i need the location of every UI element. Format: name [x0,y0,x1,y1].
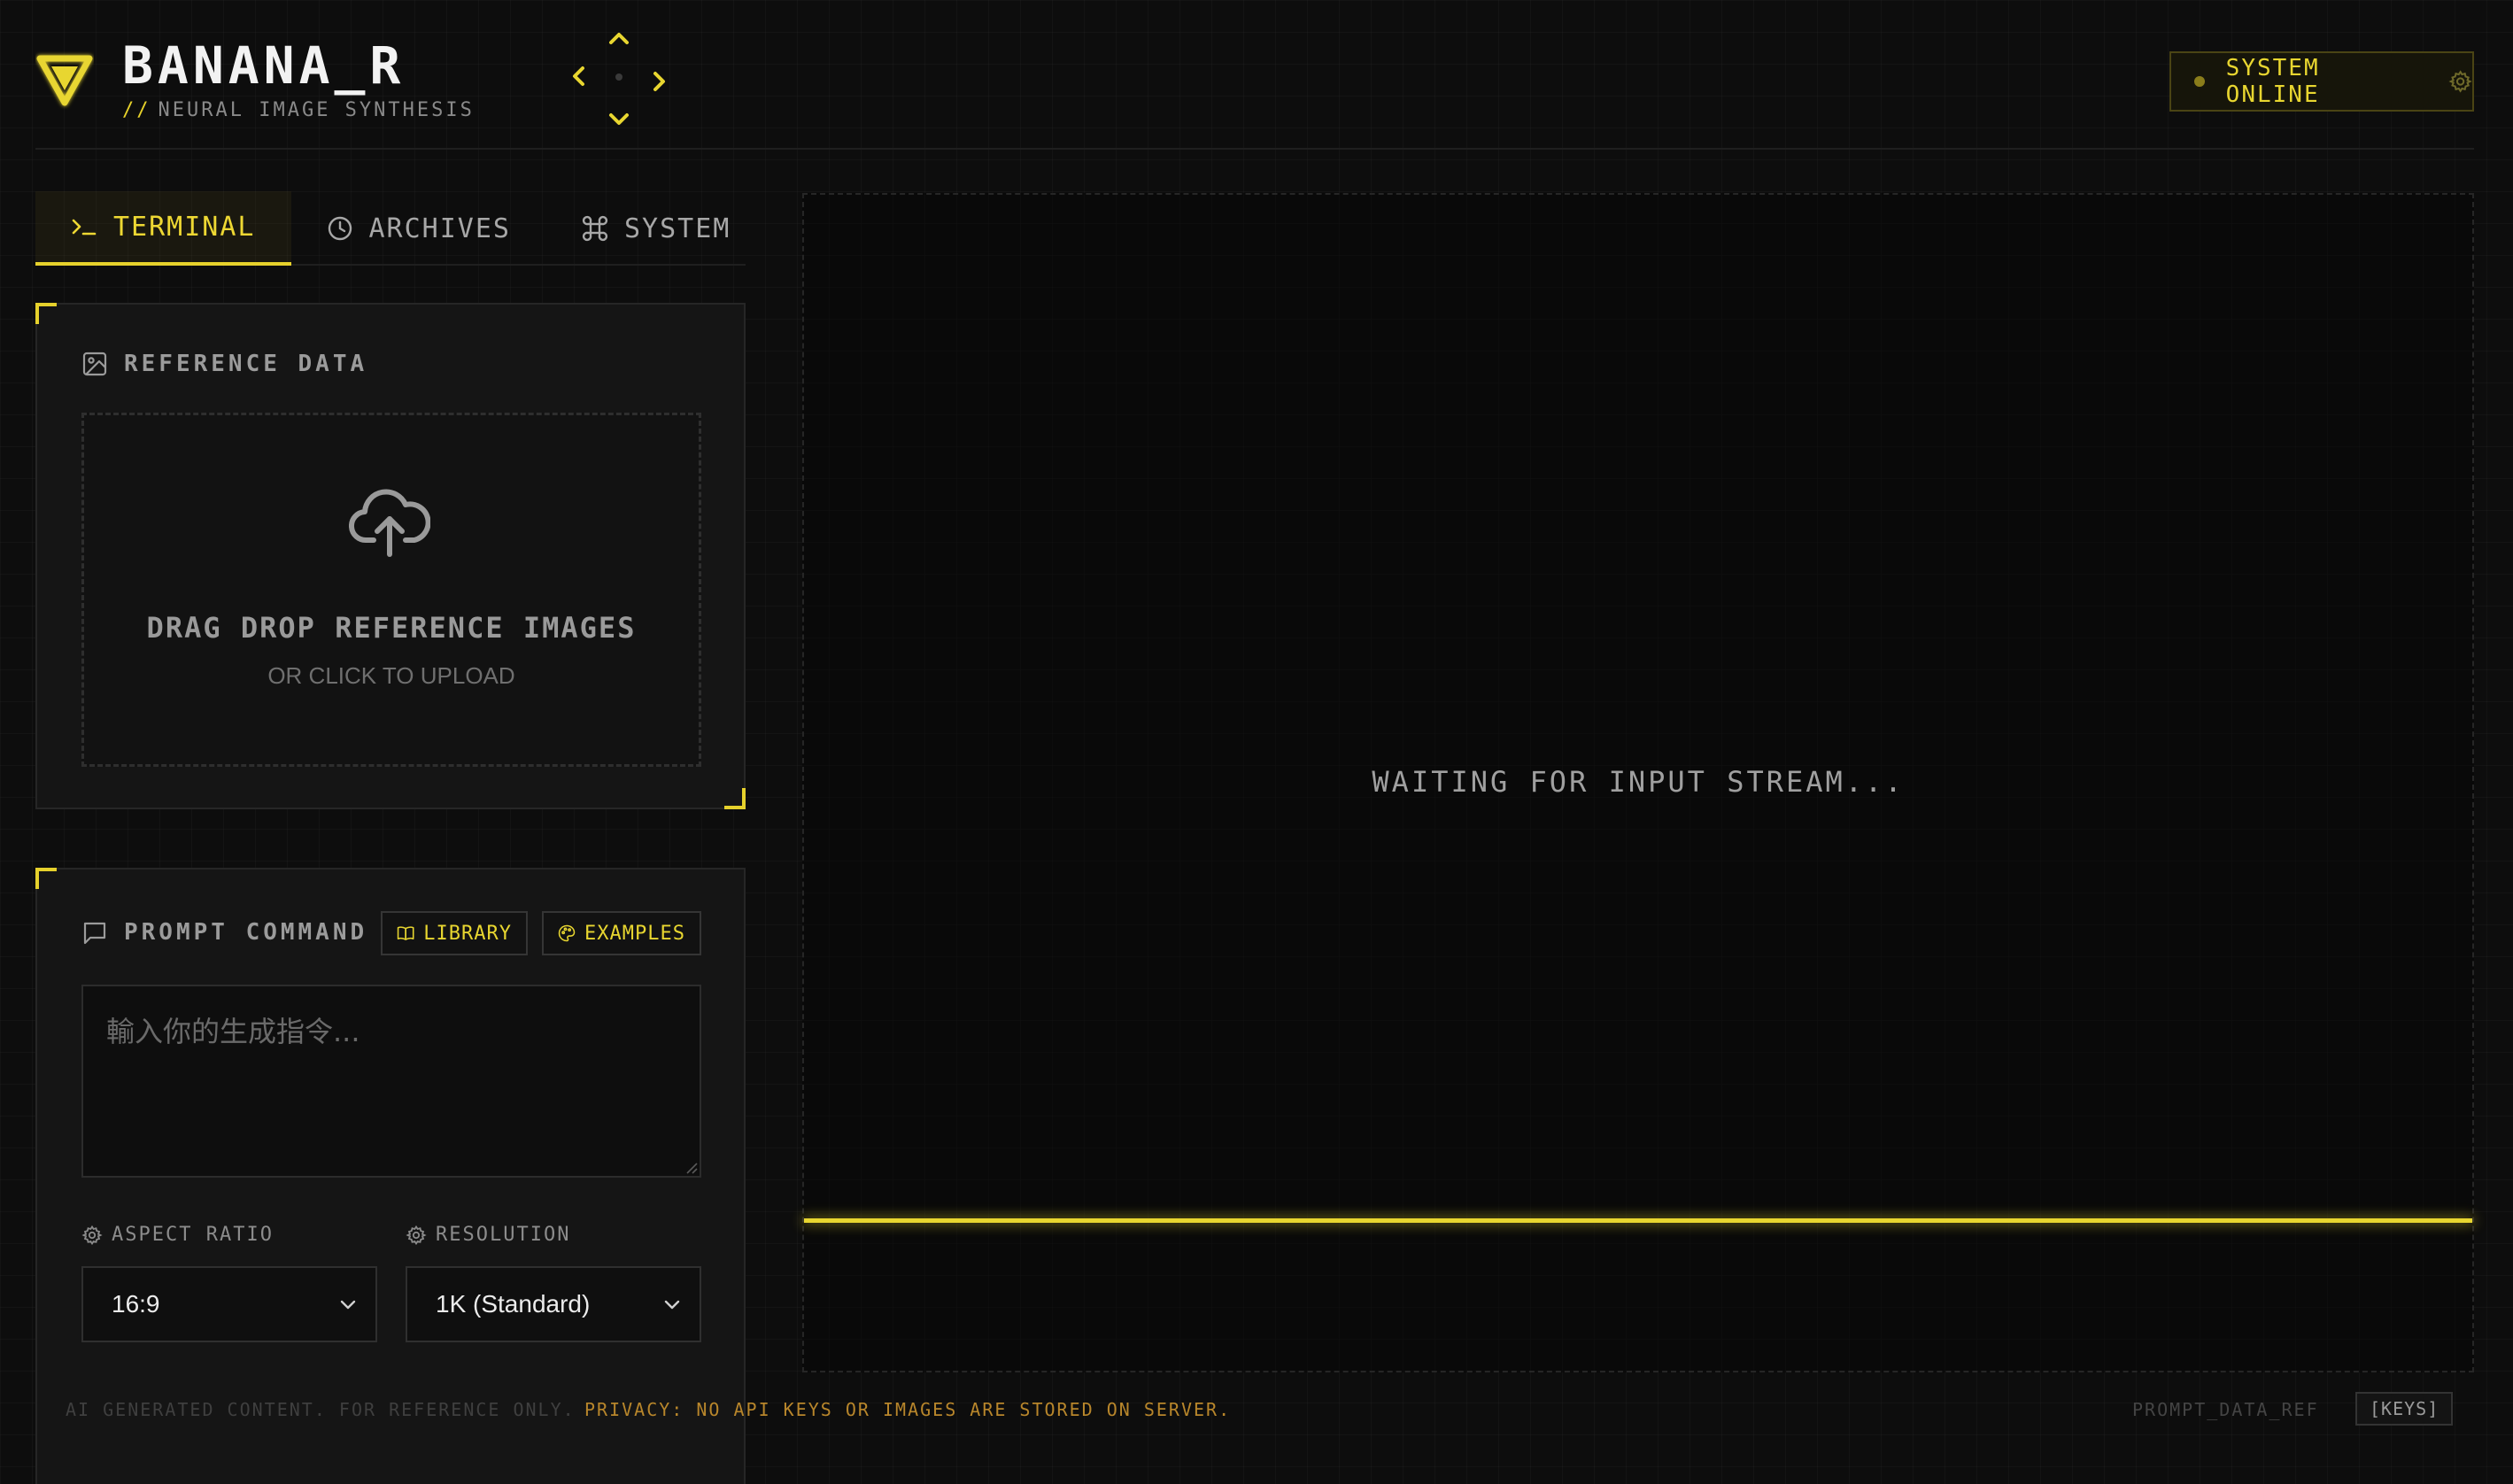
library-button[interactable]: LIBRARY [381,911,528,955]
corner-bracket [724,788,746,809]
dpad-navigation-icon[interactable] [563,23,675,135]
reference-image-dropzone[interactable] [81,413,701,767]
footer-ref-label: PROMPT_DATA_REF [2132,1399,2319,1420]
footer-privacy-notice: PRIVACY: NO API KEYS OR IMAGES ARE STORE… [584,1399,1232,1420]
resolution-label: RESOLUTION [406,1224,570,1246]
reference-data-heading: REFERENCE DATA [81,351,367,377]
chevron-down-icon [340,1300,356,1310]
tab-label: SYSTEM [624,213,731,244]
prompt-input[interactable] [81,985,701,1178]
footer-disclaimer: AI GENERATED CONTENT. FOR REFERENCE ONLY… [66,1399,576,1420]
tab-terminal[interactable]: TERMINAL [35,191,291,266]
corner-bracket [35,868,57,889]
gear-icon [81,1225,103,1245]
app-title: BANANA_R [122,35,406,96]
chat-bubble-icon [83,922,106,945]
cloud-upload-icon [349,489,430,557]
image-icon [82,352,107,376]
corner-bracket [35,303,57,324]
dropzone-subtitle: OR CLICK TO UPLOAD [267,662,515,689]
resolution-select[interactable]: 1K (Standard) [406,1266,701,1342]
triangle-logo-icon [36,55,93,106]
examples-button[interactable]: EXAMPLES [542,911,701,955]
tab-archives[interactable]: ARCHIVES [291,191,547,266]
scan-line [804,1218,2472,1223]
chevron-down-icon [664,1300,680,1310]
resize-handle-icon[interactable] [685,1162,698,1174]
aspect-ratio-label: ASPECT RATIO [81,1224,274,1246]
status-dot [2194,76,2205,87]
prompt-command-heading: PROMPT COMMAND [81,919,367,946]
main-tabs: TERMINAL ARCHIVES SYSTEM [35,191,746,266]
aspect-ratio-select[interactable]: 16:9 [81,1266,377,1342]
header-divider [35,148,2474,150]
tab-label: TERMINAL [113,211,256,243]
book-icon [397,926,414,940]
tab-label: ARCHIVES [368,213,511,244]
status-label: SYSTEM ONLINE [2225,55,2320,108]
gear-icon [406,1225,427,1245]
gear-icon[interactable] [2448,69,2472,94]
command-key-icon [582,215,608,242]
waiting-status-text: WAITING FOR INPUT STREAM... [1372,765,1905,799]
dropzone-title: DRAG DROP REFERENCE IMAGES [146,611,637,645]
resolution-value: 1K (Standard) [436,1290,591,1318]
keys-button[interactable]: [KEYS] [2355,1392,2454,1426]
clock-icon [328,216,352,241]
terminal-prompt-icon [72,219,97,236]
palette-icon [558,924,576,942]
aspect-ratio-value: 16:9 [112,1290,160,1318]
tab-system[interactable]: SYSTEM [546,191,766,266]
app-subtitle: //NEURAL IMAGE SYNTHESIS [122,99,475,121]
system-status-button[interactable]: SYSTEM ONLINE [2169,51,2474,112]
